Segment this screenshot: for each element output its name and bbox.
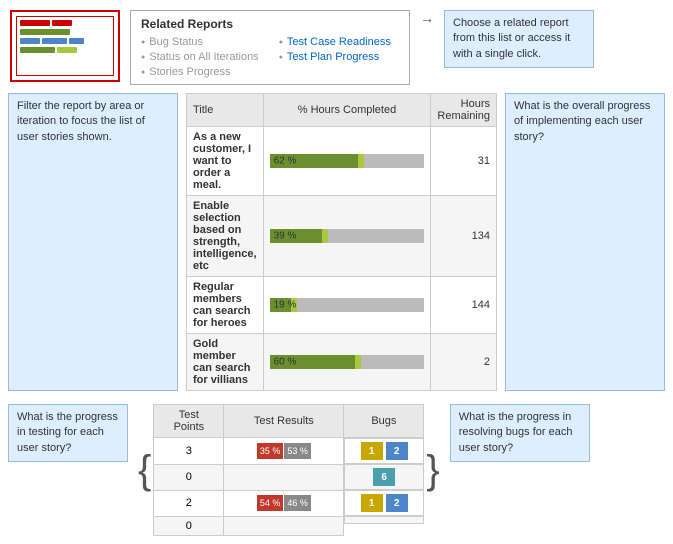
story-title-cell: Enable selection based on strength, inte… <box>187 196 264 277</box>
test-row: 06 <box>154 464 424 490</box>
bugs-cell: 12 <box>344 438 424 464</box>
th-hours-completed: % Hours Completed <box>263 94 431 127</box>
progress-bar-cell: 39 % <box>263 196 431 277</box>
bugs-cell: 12 <box>344 490 424 516</box>
test-results-cell <box>224 516 344 535</box>
th-test-results: Test Results <box>224 405 344 438</box>
th-hours-remaining: HoursRemaining <box>431 94 497 127</box>
bar-red: 35 % <box>257 443 284 459</box>
brace-left: { <box>136 450 153 490</box>
test-table-section: Test Points Test Results Bugs 335 %53 %1… <box>153 404 424 536</box>
bug-badge-2: 6 <box>373 468 395 486</box>
filter-callout: Filter the report by area or iteration t… <box>8 93 178 391</box>
test-points-cell: 3 <box>154 438 224 465</box>
test-points-cell: 0 <box>154 516 224 535</box>
progress-callout: What is the overall progress of implemen… <box>505 93 665 391</box>
test-table: Test Points Test Results Bugs 335 %53 %1… <box>153 404 424 536</box>
bug-badge-2: 2 <box>386 442 408 460</box>
arrow-connector: → <box>420 10 434 26</box>
story-row: Regular members can search for heroes19 … <box>187 277 497 334</box>
related-reports-title: Related Reports <box>141 17 399 31</box>
progress-bar-cell: 19 % <box>263 277 431 334</box>
story-row: Enable selection based on strength, inte… <box>187 196 497 277</box>
report-link-stories[interactable]: Stories Progress <box>141 66 259 78</box>
bug-badge-2: 2 <box>386 494 408 512</box>
hours-remaining-cell: 31 <box>431 127 497 196</box>
bug-badge-1: 1 <box>361 442 383 460</box>
report-thumbnail <box>10 10 120 82</box>
story-row: As a new customer, I want to order a mea… <box>187 127 497 196</box>
report-link-case-readiness[interactable]: Test Case Readiness <box>279 36 391 48</box>
test-row: 335 %53 %12 <box>154 438 424 465</box>
test-row: 254 %46 %12 <box>154 490 424 516</box>
related-reports-box: Related Reports Bug Status Status on All… <box>130 10 410 85</box>
story-title-cell: As a new customer, I want to order a mea… <box>187 127 264 196</box>
bugs-cell <box>344 516 424 524</box>
stories-table: Title % Hours Completed HoursRemaining A… <box>186 93 497 391</box>
story-title-cell: Gold member can search for villians <box>187 334 264 391</box>
top-section: Related Reports Bug Status Status on All… <box>0 0 673 93</box>
bottom-table-wrapper: { Test Points Test Results Bugs 335 %53 … <box>136 404 442 536</box>
story-title-cell: Regular members can search for heroes <box>187 277 264 334</box>
related-reports-col-1: Bug Status Status on All Iterations Stor… <box>141 36 259 78</box>
hours-remaining-cell: 144 <box>431 277 497 334</box>
th-title: Title <box>187 94 264 127</box>
report-link-bug-status[interactable]: Bug Status <box>141 36 259 48</box>
story-row: Gold member can search for villians60 %2 <box>187 334 497 391</box>
stories-table-section: Title % Hours Completed HoursRemaining A… <box>186 93 497 391</box>
related-reports-col-2: Test Case Readiness Test Plan Progress <box>279 36 391 78</box>
th-test-points: Test Points <box>154 405 224 438</box>
th-bugs: Bugs <box>344 405 424 438</box>
test-points-cell: 0 <box>154 464 224 490</box>
test-results-cell: 54 %46 % <box>224 490 344 516</box>
related-reports-callout: Choose a related report from this list o… <box>444 10 594 68</box>
brace-right: } <box>424 450 441 490</box>
test-results-cell: 35 %53 % <box>224 438 344 465</box>
test-points-cell: 2 <box>154 490 224 516</box>
hours-remaining-cell: 2 <box>431 334 497 391</box>
bar-gray: 53 % <box>284 443 311 459</box>
testing-callout: What is the progress in testing for each… <box>8 404 128 462</box>
related-reports-cols: Bug Status Status on All Iterations Stor… <box>141 36 399 78</box>
bar-red: 54 % <box>257 495 284 511</box>
report-link-iterations[interactable]: Status on All Iterations <box>141 51 259 63</box>
progress-bar-cell: 62 % <box>263 127 431 196</box>
bugs-callout: What is the progress in resolving bugs f… <box>450 404 590 462</box>
bottom-section: What is the progress in testing for each… <box>0 399 673 544</box>
report-link-plan-progress[interactable]: Test Plan Progress <box>279 51 391 63</box>
test-row: 0 <box>154 516 424 535</box>
hours-remaining-cell: 134 <box>431 196 497 277</box>
bugs-cell: 6 <box>344 464 424 490</box>
bar-gray: 46 % <box>284 495 311 511</box>
test-results-cell <box>224 464 344 490</box>
middle-section: Filter the report by area or iteration t… <box>0 93 673 399</box>
bug-badge-1: 1 <box>361 494 383 512</box>
progress-bar-cell: 60 % <box>263 334 431 391</box>
